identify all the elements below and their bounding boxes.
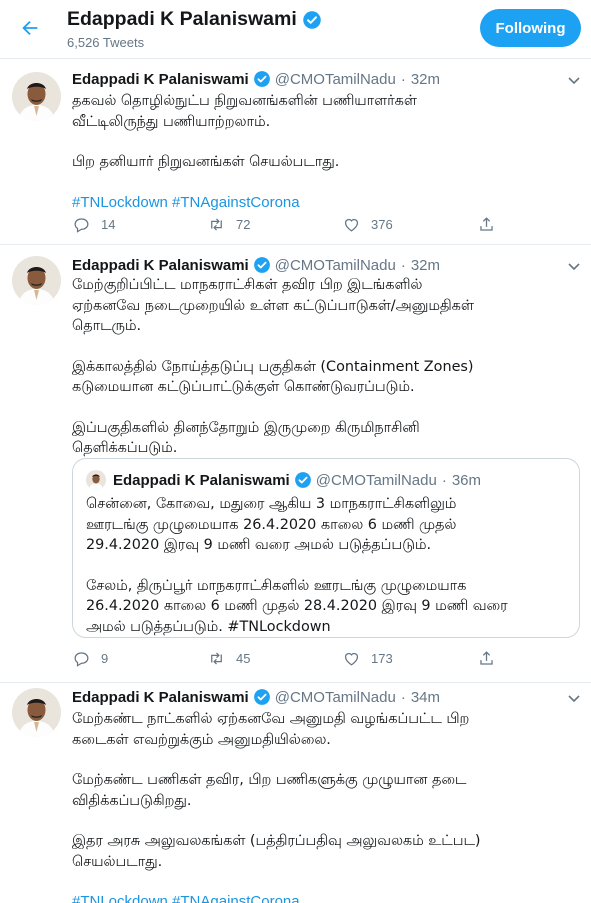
profile-header: Edappadi K Palaniswami 6,526 Tweets Foll… [0,0,591,59]
reply-icon [74,652,89,667]
quoted-author-name: Edappadi K Palaniswami [113,471,290,489]
like-count: 173 [371,651,393,666]
reply-button[interactable]: 9 [72,649,207,668]
retweet-button[interactable]: 45 [207,649,342,668]
chevron-down-icon [568,695,580,703]
avatar[interactable] [12,256,61,305]
timestamp[interactable]: 32m [411,71,440,88]
retweet-icon [211,652,222,665]
author-name[interactable]: Edappadi K Palaniswami [72,257,249,274]
like-button[interactable]: 376 [342,215,477,234]
reply-button[interactable]: 14 [72,215,207,234]
tweet-paragraph: இப்பகுதிகளில் தினந்தோறும் இருமுறை கிருமி… [72,419,420,457]
tweet-actions: 14 72 376 [72,215,591,234]
retweet-button[interactable]: 72 [207,215,342,234]
author-name[interactable]: Edappadi K Palaniswami [72,689,249,706]
reply-count: 14 [101,217,116,232]
tweet-paragraph: பிற தனியார் நிறுவனங்கள் செயல்படாது. [72,154,340,170]
like-button[interactable]: 173 [342,649,477,668]
retweet-count: 45 [236,651,251,666]
tweet-text: தகவல் தொழில்நுட்ப நிறுவனங்களின் பணியாளர்… [72,91,577,213]
verified-badge-icon [253,70,271,88]
timestamp[interactable]: 32m [411,257,440,274]
tweet-text: மேற்குறிப்பிட்ட மாநகராட்சிகள் தவிர பிற இ… [72,275,577,459]
quoted-tweet-text: சென்னை, கோவை, மதுரை ஆகிய 3 மாநகராட்சிகளி… [86,494,571,637]
tweet[interactable]: Edappadi K Palaniswami @CMOTamilNadu · 3… [0,683,591,903]
tweet-actions: 9 45 173 [72,649,591,668]
following-button[interactable]: Following [480,9,581,47]
chevron-down-icon [568,77,580,85]
tweet-count: 6,526 Tweets [67,35,145,50]
share-button[interactable] [477,215,591,234]
avatar[interactable] [12,688,61,737]
heart-icon [344,652,359,666]
tweet-menu-caret[interactable] [566,258,582,274]
reply-icon [74,218,89,233]
tweet[interactable]: Edappadi K Palaniswami @CMOTamilNadu · 3… [0,245,591,683]
share-icon [480,651,493,665]
hashtags-link[interactable]: #TNLockdown #TNAgainstCorona [72,892,577,903]
quoted-paragraph: சென்னை, கோவை, மதுரை ஆகிய 3 மாநகராட்சிகளி… [86,496,457,553]
quoted-avatar [86,470,106,490]
tweet-paragraph: மேற்குறிப்பிட்ட மாநகராட்சிகள் தவிர பிற இ… [72,277,474,334]
verified-badge-icon [253,688,271,706]
tweet-paragraph: இக்காலத்தில் நோய்த்தடுப்பு பகுதிகள் (Con… [72,358,474,396]
tweet-header: Edappadi K Palaniswami @CMOTamilNadu · 3… [72,70,440,88]
quoted-timestamp: 36m [451,471,481,489]
like-count: 376 [371,217,393,232]
back-button[interactable] [16,14,44,42]
author-handle[interactable]: @CMOTamilNadu [275,689,396,706]
profile-name: Edappadi K Palaniswami [67,8,297,30]
tweet[interactable]: Edappadi K Palaniswami @CMOTamilNadu · 3… [0,59,591,245]
quoted-tweet-header: Edappadi K Palaniswami @CMOTamilNadu · 3… [113,471,481,489]
reply-count: 9 [101,651,109,666]
verified-badge-icon [302,10,321,29]
verified-badge-icon [253,256,271,274]
hashtags-link[interactable]: #TNLockdown #TNAgainstCorona [72,193,577,214]
author-handle[interactable]: @CMOTamilNadu [275,257,396,274]
share-button[interactable] [477,649,591,668]
heart-icon [344,218,359,232]
tweet-paragraph: தகவல் தொழில்நுட்ப நிறுவனங்களின் பணியாளர்… [72,93,417,130]
author-name[interactable]: Edappadi K Palaniswami [72,71,249,88]
quoted-author-handle: @CMOTamilNadu [315,471,437,489]
tweet-text: மேற்கண்ட நாட்களில் ஏற்கனவே அனுமதி வழங்கப… [72,709,577,903]
separator-dot: · [400,688,406,706]
tweet-header: Edappadi K Palaniswami @CMOTamilNadu · 3… [72,688,440,706]
retweet-icon [211,218,222,231]
timestamp[interactable]: 34m [411,689,440,706]
tweet-header: Edappadi K Palaniswami @CMOTamilNadu · 3… [72,256,440,274]
header-title: Edappadi K Palaniswami [67,8,322,31]
quoted-paragraph: சேலம், திருப்பூர் மாநகராட்சிகளில் ஊரடங்க… [86,577,508,635]
verified-badge-icon [294,471,312,489]
retweet-count: 72 [236,217,251,232]
author-handle[interactable]: @CMOTamilNadu [275,71,396,88]
share-icon [480,217,493,231]
separator-dot: · [400,70,406,88]
tweet-menu-caret[interactable] [566,690,582,706]
back-arrow-icon [22,20,38,36]
tweet-paragraph: மேற்கண்ட நாட்களில் ஏற்கனவே அனுமதி வழங்கப… [72,711,470,748]
separator-dot: · [400,256,406,274]
tweet-paragraph: மேற்கண்ட பணிகள் தவிர, பிற பணிகளுக்கு முழ… [72,772,467,809]
tweet-paragraph: இதர அரசு அலுவலகங்கள் (பத்திரப்பதிவு அலுவ… [72,833,481,870]
chevron-down-icon [568,263,580,271]
avatar[interactable] [12,72,61,121]
quoted-tweet[interactable]: Edappadi K Palaniswami @CMOTamilNadu · 3… [72,458,580,638]
separator-dot: · [441,471,447,489]
tweet-menu-caret[interactable] [566,72,582,88]
